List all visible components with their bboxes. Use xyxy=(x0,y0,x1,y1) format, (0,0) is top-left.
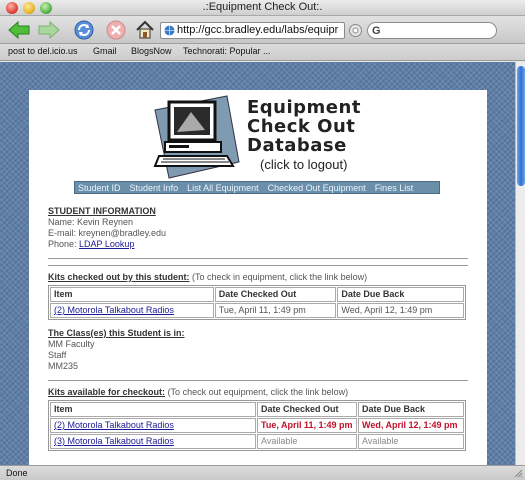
forward-arrow-icon xyxy=(38,20,60,40)
table-header-row: Item Date Checked Out Date Due Back xyxy=(50,287,464,302)
student-email: kreynen@bradley.edu xyxy=(78,228,167,238)
phone-label: Phone: xyxy=(48,239,77,249)
col-item: Item xyxy=(50,287,214,302)
checkout-item-link[interactable]: (2) Motorola Talkabout Radios xyxy=(54,420,174,430)
col-date-checked-out: Date Checked Out xyxy=(257,402,357,417)
nav-student-id[interactable]: Student ID xyxy=(78,183,121,193)
logo-logout-link[interactable]: Equipment Check Out Database (click to l… xyxy=(147,92,367,184)
vertical-scrollbar[interactable] xyxy=(515,62,525,465)
divider xyxy=(48,258,468,259)
student-email-row: E-mail: kreynen@bradley.edu xyxy=(48,228,468,239)
col-date-due: Date Due Back xyxy=(358,402,464,417)
main-nav: Student ID Student Info List All Equipme… xyxy=(74,181,440,194)
status-text: Done xyxy=(6,468,28,478)
address-bar[interactable]: http://gcc.bradley.edu/labs/equipr xyxy=(160,22,345,39)
divider xyxy=(48,380,468,381)
back-arrow-icon xyxy=(8,20,30,40)
stop-icon xyxy=(106,20,126,40)
page-viewport: Equipment Check Out Database (click to l… xyxy=(0,62,515,465)
date-checked-out: Available xyxy=(257,434,357,449)
date-due-back: Wed, April 12, 1:49 pm xyxy=(337,303,464,318)
computer-logo-icon xyxy=(153,95,240,179)
back-button[interactable] xyxy=(6,18,32,42)
student-info-heading: STUDENT INFORMATION xyxy=(48,206,156,216)
main-content: STUDENT INFORMATION Name: Kevin Reynen E… xyxy=(48,206,468,451)
table-row: (2) Motorola Talkabout Radios Tue, April… xyxy=(50,303,464,318)
col-date-checked-out: Date Checked Out xyxy=(214,287,337,302)
date-due-back: Available xyxy=(358,434,464,449)
globe-icon xyxy=(164,25,175,36)
scroll-thumb[interactable] xyxy=(517,66,525,186)
home-icon xyxy=(136,20,154,39)
bookmark-blogsnow[interactable]: BlogsNow xyxy=(131,46,172,56)
reload-icon xyxy=(74,20,94,40)
go-button[interactable] xyxy=(347,22,364,39)
col-date-due: Date Due Back xyxy=(337,287,464,302)
col-item: Item xyxy=(50,402,256,417)
nav-fines-list[interactable]: Fines List xyxy=(375,183,414,193)
divider xyxy=(48,265,468,266)
logo-line-2: Check Out xyxy=(247,116,356,137)
stop-button[interactable] xyxy=(104,18,128,42)
checked-out-heading-row: Kits checked out by this student: (To ch… xyxy=(48,272,468,283)
logo-title: Equipment Check Out Database xyxy=(247,98,361,155)
reload-button[interactable] xyxy=(72,18,96,42)
nav-student-info[interactable]: Student Info xyxy=(130,183,179,193)
logo-line-1: Equipment xyxy=(247,97,361,118)
class-item: MM Faculty xyxy=(48,339,95,349)
date-due-back: Wed, April 12, 1:49 pm xyxy=(358,418,464,433)
student-name: Kevin Reynen xyxy=(77,217,134,227)
available-table: Item Date Checked Out Date Due Back (2) … xyxy=(48,400,466,451)
date-checked-out: Tue, April 11, 1:49 pm xyxy=(214,303,337,318)
logout-text: (click to logout) xyxy=(260,157,348,172)
resize-grip-icon[interactable] xyxy=(513,468,523,478)
gear-icon xyxy=(349,24,362,37)
bookmark-delicious[interactable]: post to del.icio.us xyxy=(8,46,78,56)
checkin-item-link[interactable]: (2) Motorola Talkabout Radios xyxy=(54,305,174,315)
checkout-item-link[interactable]: (3) Motorola Talkabout Radios xyxy=(54,436,174,446)
nav-list-all-equipment[interactable]: List All Equipment xyxy=(187,183,259,193)
url-text: http://gcc.bradley.edu/labs/equipr xyxy=(177,24,339,36)
checked-out-note: (To check in equipment, click the link b… xyxy=(192,272,368,282)
bookmark-gmail[interactable]: Gmail xyxy=(93,46,117,56)
classes-heading: The Class(es) this Student is in: xyxy=(48,328,185,338)
available-heading-row: Kits available for checkout: (To check o… xyxy=(48,387,468,398)
home-button[interactable] xyxy=(133,18,157,42)
bookmarks-bar: post to del.icio.us Gmail BlogsNow Techn… xyxy=(0,44,525,61)
student-name-row: Name: Kevin Reynen xyxy=(48,217,468,228)
logo-line-3: Database xyxy=(247,135,347,156)
name-label: Name: xyxy=(48,217,75,227)
class-item: Staff xyxy=(48,350,67,360)
date-checked-out: Tue, April 11, 1:49 pm xyxy=(257,418,357,433)
email-label: E-mail: xyxy=(48,228,77,238)
available-note: (To check out equipment, click the link … xyxy=(167,387,349,397)
title-bar: .:Equipment Check Out:. xyxy=(0,0,525,16)
student-phone-row: Phone: LDAP Lookup xyxy=(48,239,468,250)
page-content: Equipment Check Out Database (click to l… xyxy=(29,90,487,465)
checked-out-table: Item Date Checked Out Date Due Back (2) … xyxy=(48,285,466,320)
available-heading: Kits available for checkout: xyxy=(48,387,166,397)
search-input[interactable]: G xyxy=(367,22,497,39)
bookmark-technorati[interactable]: Technorati: Popular ... xyxy=(183,46,271,56)
nav-checked-out-equipment[interactable]: Checked Out Equipment xyxy=(268,183,366,193)
search-engine-icon: G xyxy=(372,25,381,37)
table-row: (2) Motorola Talkabout Radios Tue, April… xyxy=(50,418,464,433)
window-title: .:Equipment Check Out:. xyxy=(202,1,323,13)
table-header-row: Item Date Checked Out Date Due Back xyxy=(50,402,464,417)
checked-out-heading: Kits checked out by this student: xyxy=(48,272,190,282)
browser-toolbar: http://gcc.bradley.edu/labs/equipr G xyxy=(0,16,525,44)
table-row: (3) Motorola Talkabout Radios Available … xyxy=(50,434,464,449)
class-item: MM235 xyxy=(48,361,79,371)
status-bar: Done xyxy=(0,465,525,480)
ldap-lookup-link[interactable]: LDAP Lookup xyxy=(79,239,134,249)
forward-button[interactable] xyxy=(36,18,62,42)
